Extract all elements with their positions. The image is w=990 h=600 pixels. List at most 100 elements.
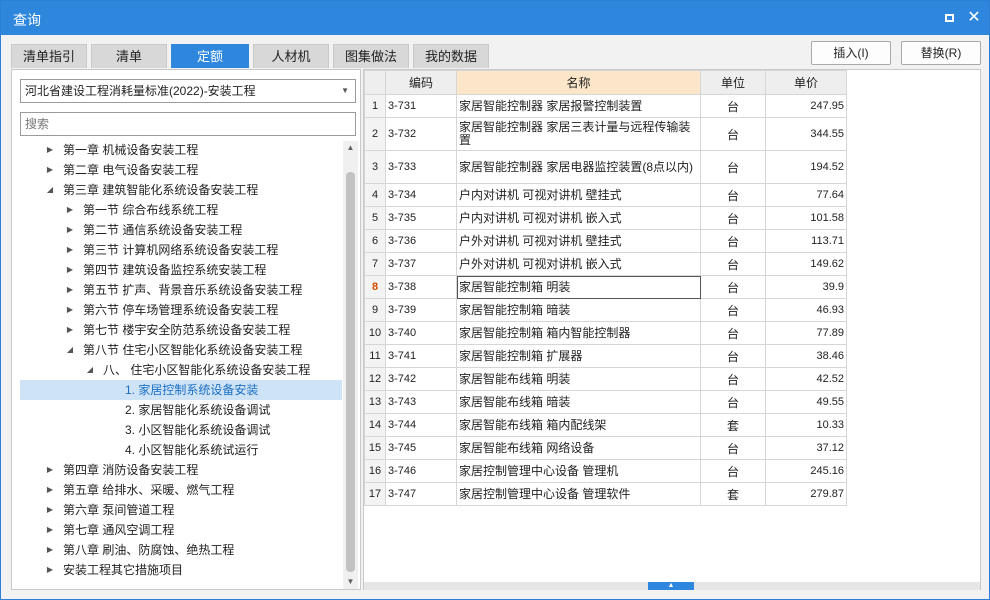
price-cell[interactable]: 113.71: [765, 229, 847, 253]
table-row[interactable]: 6 3-736 户外对讲机 可视对讲机 壁挂式台 113.71: [364, 229, 847, 253]
unit-cell[interactable]: 台: [700, 459, 766, 483]
unit-cell[interactable]: 台: [700, 298, 766, 322]
collapsed-arrow-icon[interactable]: ▶: [65, 240, 75, 260]
unit-cell[interactable]: 台: [700, 390, 766, 414]
code-cell[interactable]: 3-744: [385, 413, 457, 437]
tree-node[interactable]: 1. 家居控制系统设备安装: [20, 380, 342, 400]
collapsed-arrow-icon[interactable]: ▶: [45, 520, 55, 540]
name-cell[interactable]: 家居控制管理中心设备 管理机: [456, 459, 701, 483]
name-cell[interactable]: 家居控制管理中心设备 管理软件: [456, 482, 701, 506]
table-row[interactable]: 7 3-737 户外对讲机 可视对讲机 嵌入式台 149.62: [364, 252, 847, 276]
table-row[interactable]: 16 3-746 家居控制管理中心设备 管理机台 245.16: [364, 459, 847, 483]
tree-node[interactable]: 2. 家居智能化系统设备调试: [20, 400, 342, 420]
unit-cell[interactable]: 台: [700, 321, 766, 345]
name-cell[interactable]: 家居智能布线箱 明装: [456, 367, 701, 391]
expanded-arrow-icon[interactable]: ◢: [45, 180, 55, 200]
collapsed-arrow-icon[interactable]: ▶: [65, 260, 75, 280]
tree-node[interactable]: 3. 小区智能化系统设备调试: [20, 420, 342, 440]
tree-node[interactable]: ▶ 第一节 综合布线系统工程: [20, 200, 342, 220]
name-cell[interactable]: 户内对讲机 可视对讲机 嵌入式: [456, 206, 701, 230]
expanded-arrow-icon[interactable]: ◢: [85, 360, 95, 380]
tab-bill[interactable]: 清单: [91, 44, 167, 68]
close-icon[interactable]: ✕: [965, 9, 983, 27]
tree-scrollbar[interactable]: ▲ ▼: [343, 141, 358, 589]
row-number-cell[interactable]: 3: [364, 150, 386, 184]
column-header-code[interactable]: 编码: [385, 70, 457, 95]
tree-node[interactable]: ▶ 第四章 消防设备安装工程: [20, 460, 342, 480]
search-input[interactable]: 搜索: [20, 112, 356, 136]
horizontal-scrollbar[interactable]: ▲: [364, 582, 980, 590]
price-cell[interactable]: 247.95: [765, 94, 847, 118]
collapsed-arrow-icon[interactable]: ▶: [65, 320, 75, 340]
price-cell[interactable]: 77.89: [765, 321, 847, 345]
unit-cell[interactable]: 套: [700, 482, 766, 506]
tab-atlas-method[interactable]: 图集做法: [333, 44, 409, 68]
code-cell[interactable]: 3-743: [385, 390, 457, 414]
price-cell[interactable]: 39.9: [765, 275, 847, 299]
price-cell[interactable]: 194.52: [765, 150, 847, 184]
collapsed-arrow-icon[interactable]: ▶: [45, 140, 55, 160]
tree-node[interactable]: ▶ 第五章 给排水、采暖、燃气工程: [20, 480, 342, 500]
row-number-cell[interactable]: 17: [364, 482, 386, 506]
price-cell[interactable]: 77.64: [765, 183, 847, 207]
name-cell[interactable]: 家居智能布线箱 箱内配线架: [456, 413, 701, 437]
name-cell[interactable]: 家居智能控制箱 扩展器: [456, 344, 701, 368]
row-number-cell[interactable]: 15: [364, 436, 386, 460]
price-cell[interactable]: 37.12: [765, 436, 847, 460]
row-number-cell[interactable]: 10: [364, 321, 386, 345]
tab-quota[interactable]: 定额: [171, 44, 249, 68]
price-cell[interactable]: 149.62: [765, 252, 847, 276]
code-cell[interactable]: 3-731: [385, 94, 457, 118]
table-row[interactable]: 3 3-733 家居智能控制器 家居电器监控装置(8点以内) 台 194.52: [364, 150, 847, 184]
expanded-arrow-icon[interactable]: ◢: [65, 340, 75, 360]
name-cell[interactable]: 家居智能布线箱 网络设备: [456, 436, 701, 460]
code-cell[interactable]: 3-733: [385, 150, 457, 184]
price-cell[interactable]: 42.52: [765, 367, 847, 391]
table-row[interactable]: 14 3-744 家居智能布线箱 箱内配线架套 10.33: [364, 413, 847, 437]
table-row[interactable]: 17 3-747 家居控制管理中心设备 管理软件套 279.87: [364, 482, 847, 506]
collapsed-arrow-icon[interactable]: ▶: [45, 160, 55, 180]
code-cell[interactable]: 3-735: [385, 206, 457, 230]
unit-cell[interactable]: 台: [700, 183, 766, 207]
tree-node[interactable]: ◢ 第三章 建筑智能化系统设备安装工程: [20, 180, 342, 200]
tree-node[interactable]: ▶ 第六节 停车场管理系统设备安装工程: [20, 300, 342, 320]
tree-node[interactable]: ▶ 第二章 电气设备安装工程: [20, 160, 342, 180]
table-row[interactable]: 13 3-743 家居智能布线箱 暗装台 49.55: [364, 390, 847, 414]
row-number-cell[interactable]: 9: [364, 298, 386, 322]
name-cell[interactable]: 家居智能控制箱 暗装: [456, 298, 701, 322]
code-cell[interactable]: 3-740: [385, 321, 457, 345]
unit-cell[interactable]: 台: [700, 206, 766, 230]
price-cell[interactable]: 279.87: [765, 482, 847, 506]
code-cell[interactable]: 3-745: [385, 436, 457, 460]
tree-node[interactable]: ▶ 第二节 通信系统设备安装工程: [20, 220, 342, 240]
row-number-cell[interactable]: 14: [364, 413, 386, 437]
row-number-cell[interactable]: 1: [364, 94, 386, 118]
table-row[interactable]: 8 3-738 家居智能控制箱 明装台 39.9: [364, 275, 847, 299]
row-number-cell[interactable]: 12: [364, 367, 386, 391]
price-cell[interactable]: 46.93: [765, 298, 847, 322]
collapsed-arrow-icon[interactable]: ▶: [65, 220, 75, 240]
row-number-cell[interactable]: 2: [364, 117, 386, 151]
table-row[interactable]: 4 3-734 户内对讲机 可视对讲机 壁挂式台 77.64: [364, 183, 847, 207]
price-cell[interactable]: 245.16: [765, 459, 847, 483]
collapsed-arrow-icon[interactable]: ▶: [45, 460, 55, 480]
name-cell[interactable]: 家居智能控制器 家居报警控制装置: [456, 94, 701, 118]
unit-cell[interactable]: 台: [700, 117, 766, 151]
row-number-cell[interactable]: 11: [364, 344, 386, 368]
table-row[interactable]: 5 3-735 户内对讲机 可视对讲机 嵌入式台 101.58: [364, 206, 847, 230]
price-cell[interactable]: 38.46: [765, 344, 847, 368]
collapsed-arrow-icon[interactable]: ▶: [65, 280, 75, 300]
collapsed-arrow-icon[interactable]: ▶: [45, 560, 55, 580]
scroll-down-icon[interactable]: ▼: [343, 575, 358, 589]
unit-cell[interactable]: 套: [700, 413, 766, 437]
code-cell[interactable]: 3-746: [385, 459, 457, 483]
tree-node[interactable]: ▶ 第五节 扩声、背景音乐系统设备安装工程: [20, 280, 342, 300]
price-cell[interactable]: 10.33: [765, 413, 847, 437]
table-row[interactable]: 9 3-739 家居智能控制箱 暗装台 46.93: [364, 298, 847, 322]
table-row[interactable]: 11 3-741 家居智能控制箱 扩展器台 38.46: [364, 344, 847, 368]
code-cell[interactable]: 3-739: [385, 298, 457, 322]
code-cell[interactable]: 3-742: [385, 367, 457, 391]
library-select[interactable]: 河北省建设工程消耗量标准(2022)-安装工程 ▼: [20, 79, 356, 103]
tab-my-data[interactable]: 我的数据: [413, 44, 489, 68]
tab-bill-guide[interactable]: 清单指引: [11, 44, 87, 68]
